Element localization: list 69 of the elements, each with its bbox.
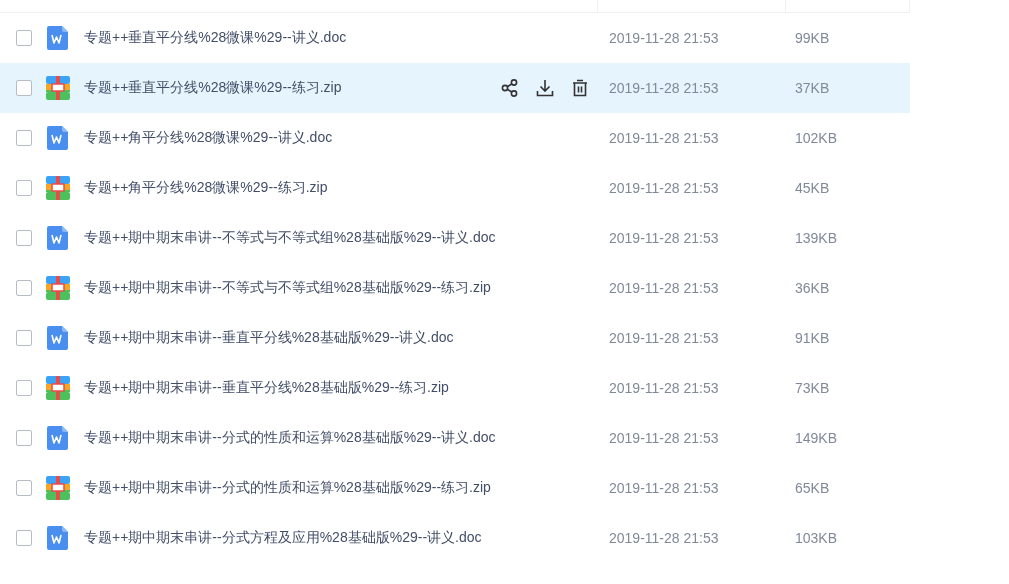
modified-date: 2019-11-28 21:53 (609, 130, 719, 146)
file-size: 73KB (795, 380, 830, 396)
word-document-icon (46, 326, 70, 350)
checkbox[interactable] (16, 530, 32, 546)
file-name[interactable]: 专题++期中期末串讲--分式的性质和运算%28基础版%29--讲义.doc (84, 429, 496, 447)
archive-icon (46, 176, 70, 200)
modified-date: 2019-11-28 21:53 (609, 380, 719, 396)
word-document-icon (46, 26, 70, 50)
file-size: 103KB (795, 530, 838, 546)
file-row[interactable]: 专题++垂直平分线%28微课%29--讲义.doc 2019-11-28 21:53 99KB (0, 13, 910, 63)
file-name[interactable]: 专题++垂直平分线%28微课%29--讲义.doc (84, 29, 347, 47)
file-row[interactable]: 专题++期中期末串讲--不等式与不等式组%28基础版%29--练习.zip 2019-11-28 21:53 36KB (0, 263, 910, 313)
checkbox[interactable] (16, 230, 32, 246)
archive-icon (46, 376, 70, 400)
word-document-icon (46, 526, 70, 550)
file-name[interactable]: 专题++期中期末串讲--垂直平分线%28基础版%29--讲义.doc (84, 329, 454, 347)
modified-date: 2019-11-28 21:53 (609, 30, 719, 46)
file-name[interactable]: 专题++期中期末串讲--不等式与不等式组%28基础版%29--练习.zip (84, 279, 491, 297)
checkbox[interactable] (16, 30, 32, 46)
download-icon[interactable] (535, 78, 555, 98)
file-row[interactable]: 专题++角平分线%28微课%29--讲义.doc 2019-11-28 21:53 102KB (0, 113, 910, 163)
word-document-icon (46, 226, 70, 250)
checkbox[interactable] (16, 430, 32, 446)
modified-date: 2019-11-28 21:53 (609, 80, 719, 96)
file-size: 102KB (795, 130, 838, 146)
checkbox[interactable] (16, 130, 32, 146)
checkbox[interactable] (16, 480, 32, 496)
modified-date: 2019-11-28 21:53 (609, 230, 719, 246)
file-name[interactable]: 专题++期中期末串讲--分式方程及应用%28基础版%29--讲义.doc (84, 529, 482, 547)
file-row[interactable]: 专题++期中期末串讲--不等式与不等式组%28基础版%29--讲义.doc 2019-11-28 21:53 139KB (0, 213, 910, 263)
archive-icon (46, 476, 70, 500)
checkbox[interactable] (16, 330, 32, 346)
checkbox[interactable] (16, 280, 32, 296)
file-size: 37KB (795, 80, 830, 96)
file-row[interactable]: 专题++期中期末串讲--分式的性质和运算%28基础版%29--讲义.doc 2019-11-28 21:53 149KB (0, 413, 910, 463)
delete-icon[interactable] (570, 78, 590, 98)
file-row[interactable]: 专题++垂直平分线%28微课%29--练习.zip 2019-11-28 21:53 37KB (0, 63, 910, 113)
modified-date: 2019-11-28 21:53 (609, 330, 719, 346)
file-name[interactable]: 专题++期中期末串讲--垂直平分线%28基础版%29--练习.zip (84, 379, 449, 397)
file-name[interactable]: 专题++角平分线%28微课%29--讲义.doc (84, 129, 333, 147)
modified-date: 2019-11-28 21:53 (609, 430, 719, 446)
modified-date: 2019-11-28 21:53 (609, 530, 719, 546)
file-row[interactable]: 专题++角平分线%28微课%29--练习.zip 2019-11-28 21:53 45KB (0, 163, 910, 213)
checkbox[interactable] (16, 180, 32, 196)
share-icon[interactable] (500, 78, 520, 98)
checkbox[interactable] (16, 380, 32, 396)
file-name[interactable]: 专题++垂直平分线%28微课%29--练习.zip (84, 79, 342, 97)
file-name[interactable]: 专题++角平分线%28微课%29--练习.zip (84, 179, 328, 197)
file-size: 36KB (795, 280, 830, 296)
archive-icon (46, 276, 70, 300)
file-row[interactable]: 专题++期中期末串讲--垂直平分线%28基础版%29--练习.zip 2019-11-28 21:53 73KB (0, 363, 910, 413)
modified-date: 2019-11-28 21:53 (609, 280, 719, 296)
file-row[interactable]: 专题++期中期末串讲--分式的性质和运算%28基础版%29--练习.zip 2019-11-28 21:53 65KB (0, 463, 910, 513)
file-row[interactable]: 专题++期中期末串讲--分式方程及应用%28基础版%29--讲义.doc 2019-11-28 21:53 103KB (0, 513, 910, 563)
file-size: 149KB (795, 430, 838, 446)
archive-icon (46, 76, 70, 100)
file-size: 65KB (795, 480, 830, 496)
word-document-icon (46, 126, 70, 150)
modified-date: 2019-11-28 21:53 (609, 180, 719, 196)
file-name[interactable]: 专题++期中期末串讲--分式的性质和运算%28基础版%29--练习.zip (84, 479, 491, 497)
file-size: 99KB (795, 30, 830, 46)
file-size: 139KB (795, 230, 838, 246)
file-row[interactable]: 专题++期中期末串讲--垂直平分线%28基础版%29--讲义.doc 2019-11-28 21:53 91KB (0, 313, 910, 363)
file-name[interactable]: 专题++期中期末串讲--不等式与不等式组%28基础版%29--讲义.doc (84, 229, 496, 247)
file-size: 45KB (795, 180, 830, 196)
modified-date: 2019-11-28 21:53 (609, 480, 719, 496)
file-size: 91KB (795, 330, 830, 346)
checkbox[interactable] (16, 80, 32, 96)
word-document-icon (46, 426, 70, 450)
